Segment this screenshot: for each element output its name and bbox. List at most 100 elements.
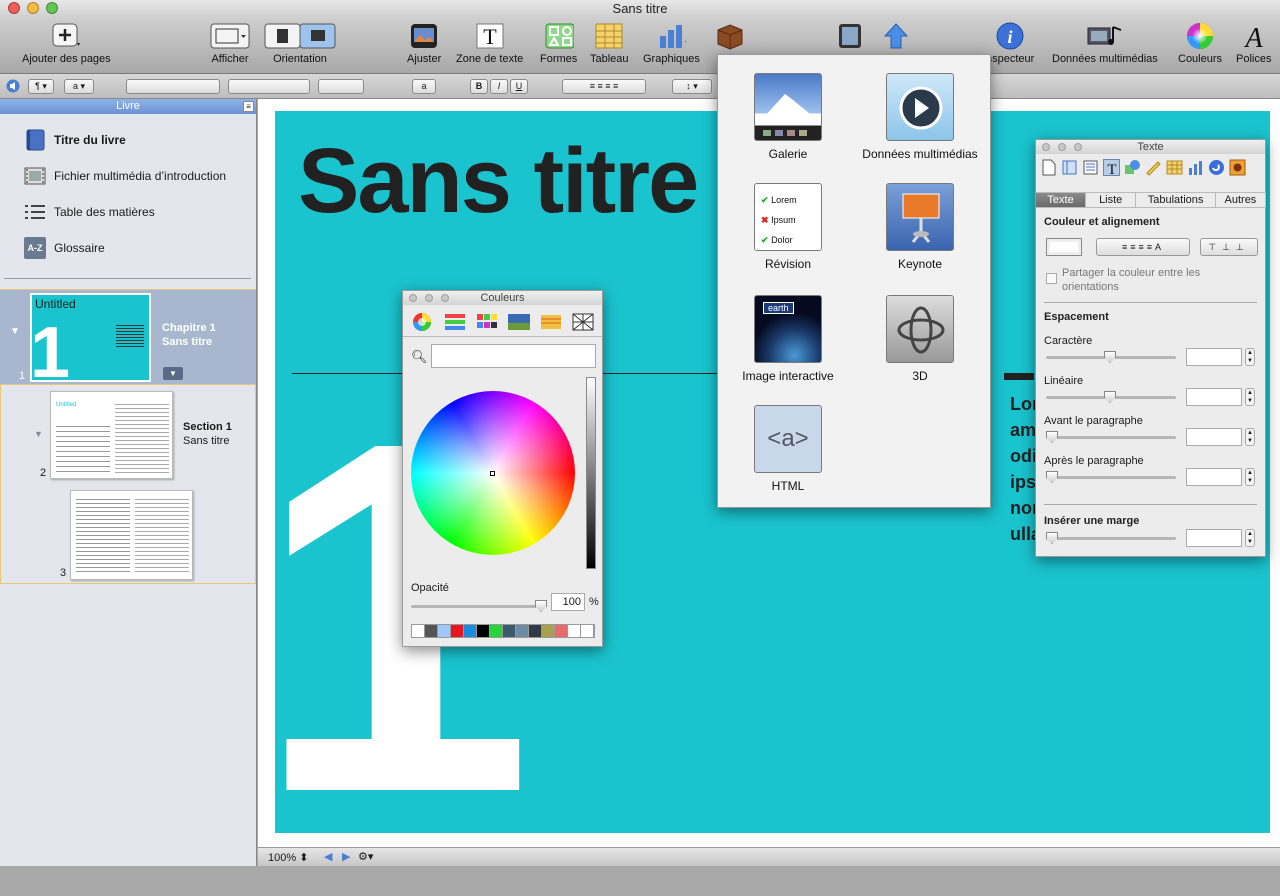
media-button[interactable]: Données multimédias xyxy=(1052,22,1158,65)
line-spacing-popup[interactable]: ↕ ▾ xyxy=(672,79,712,94)
color-swatch[interactable] xyxy=(555,625,568,637)
inspector-button[interactable]: i nspecteur xyxy=(986,22,1034,65)
prev-page-icon[interactable]: ◀ xyxy=(324,850,332,863)
close-button[interactable] xyxy=(8,2,20,14)
minimize-button[interactable] xyxy=(1058,143,1066,151)
tab-more[interactable]: Autres xyxy=(1216,193,1266,207)
sidebar-menu-icon[interactable]: ≡ xyxy=(243,101,254,112)
after-paragraph-stepper[interactable]: ▲ ▼ xyxy=(1245,468,1255,486)
bold-button[interactable]: B xyxy=(470,79,488,94)
next-page-icon[interactable]: ▶ xyxy=(342,850,350,863)
gear-icon[interactable]: ⚙▾ xyxy=(358,850,373,863)
document-inspector-icon[interactable] xyxy=(1040,159,1057,176)
disclosure-triangle-icon[interactable]: ▼ xyxy=(34,429,43,439)
wrap-inspector-icon[interactable] xyxy=(1082,159,1099,176)
page-thumbnail-row-1[interactable]: ▼ 1 Untitled 1 Chapitre 1 Sans titre ▼ xyxy=(0,289,256,385)
widget-keynote[interactable]: Keynote xyxy=(853,183,987,271)
tab-list[interactable]: Liste xyxy=(1086,193,1137,207)
font-family-popup[interactable] xyxy=(126,79,220,94)
widget-media[interactable]: Données multimédias xyxy=(853,73,987,161)
crayons-icon[interactable] xyxy=(539,311,563,333)
shapes-button[interactable]: Formes xyxy=(540,22,577,65)
image-palettes-icon[interactable] xyxy=(507,311,531,333)
color-palettes-icon[interactable] xyxy=(475,311,499,333)
before-paragraph-field[interactable] xyxy=(1186,428,1242,446)
adjust-button[interactable]: Ajuster xyxy=(407,22,441,65)
alignment-buttons[interactable]: ≡ ≡ ≡ ≡ xyxy=(562,79,646,94)
close-button[interactable] xyxy=(409,294,417,302)
color-swatch[interactable] xyxy=(477,625,490,637)
page-title[interactable]: Sans titre xyxy=(298,129,699,234)
color-swatch[interactable] xyxy=(568,625,581,637)
color-swatch[interactable] xyxy=(451,625,464,637)
color-swatch[interactable] xyxy=(542,625,555,637)
line-field[interactable] xyxy=(1186,388,1242,406)
colors-button[interactable]: Couleurs xyxy=(1178,22,1222,65)
sidebar-item-glossary[interactable]: A-Z Glossaire xyxy=(24,236,105,260)
zoom-popup[interactable]: 100% ⬍ xyxy=(268,851,308,864)
inset-field[interactable] xyxy=(1186,529,1242,547)
sidebar-item-toc[interactable]: Table des matières xyxy=(24,200,155,224)
widget-interactive-image[interactable]: earth Image interactive xyxy=(732,295,844,383)
brightness-slider[interactable] xyxy=(586,377,596,569)
line-stepper[interactable]: ▲ ▼ xyxy=(1245,388,1255,406)
line-slider[interactable] xyxy=(1046,391,1176,403)
preview-device-button[interactable] xyxy=(835,22,865,53)
widget-3d[interactable]: 3D xyxy=(853,295,987,383)
add-pages-button[interactable]: Ajouter des pages xyxy=(22,22,111,65)
widget-html[interactable]: <a> HTML xyxy=(738,405,838,493)
magnifier-icon[interactable]: 🔍︎ xyxy=(411,349,428,365)
page-thumbnail-row-2[interactable]: ▼ 2 Untitled Section 1 Sans titre xyxy=(0,385,256,483)
zoom-button[interactable] xyxy=(1074,143,1082,151)
color-swatch[interactable] xyxy=(425,625,438,637)
widget-inspector-icon[interactable] xyxy=(1229,159,1246,176)
table-button[interactable]: Tableau xyxy=(590,22,629,65)
table-inspector-icon[interactable] xyxy=(1166,159,1183,176)
share-button[interactable] xyxy=(881,22,911,53)
inset-slider[interactable] xyxy=(1046,532,1176,544)
color-swatch[interactable] xyxy=(516,625,529,637)
color-swatch[interactable] xyxy=(581,625,594,637)
color-swatch[interactable] xyxy=(412,625,425,637)
italic-button[interactable]: I xyxy=(490,79,508,94)
color-sliders-icon[interactable] xyxy=(443,311,467,333)
color-wheel-icon[interactable] xyxy=(411,311,433,333)
close-button[interactable] xyxy=(1042,143,1050,151)
vertical-alignment-buttons[interactable]: ⊤⊥⊥ xyxy=(1200,238,1258,256)
before-paragraph-slider[interactable] xyxy=(1046,431,1176,443)
color-swatch[interactable] xyxy=(438,625,451,637)
chart-inspector-icon[interactable] xyxy=(1187,159,1204,176)
opacity-slider[interactable] xyxy=(411,600,547,612)
tab-tabs[interactable]: Tabulations xyxy=(1136,193,1216,207)
before-paragraph-stepper[interactable]: ▲ ▼ xyxy=(1245,428,1255,446)
character-stepper[interactable]: ▲ ▼ xyxy=(1245,348,1255,366)
paragraph-style-popup[interactable]: ¶ ▾ xyxy=(28,79,54,94)
color-swatch[interactable] xyxy=(464,625,477,637)
sidebar-item-intro-media[interactable]: Fichier multimédia d’introduction xyxy=(24,164,226,188)
character-style-popup[interactable]: a ▾ xyxy=(64,79,94,94)
layout-dropdown-icon[interactable]: ▼ xyxy=(163,367,183,380)
color-picker-cursor[interactable] xyxy=(490,471,495,476)
graphic-inspector-icon[interactable] xyxy=(1124,159,1141,176)
font-size-field[interactable] xyxy=(318,79,364,94)
fonts-button[interactable]: A Polices xyxy=(1236,22,1271,65)
color-swatches[interactable] xyxy=(411,624,595,638)
after-paragraph-slider[interactable] xyxy=(1046,471,1176,483)
zoom-button[interactable] xyxy=(46,2,58,14)
speaker-icon[interactable] xyxy=(6,79,20,93)
character-field[interactable] xyxy=(1186,348,1242,366)
text-color-well[interactable] xyxy=(1046,238,1082,256)
color-search-input[interactable] xyxy=(431,344,596,368)
widget-gallery[interactable]: Galerie xyxy=(738,73,838,161)
character-slider[interactable] xyxy=(1046,351,1176,363)
pattern-icon[interactable] xyxy=(571,311,595,333)
font-style-popup[interactable] xyxy=(228,79,310,94)
underline-button[interactable]: U xyxy=(510,79,528,94)
charts-button[interactable]: Graphiques xyxy=(643,22,700,65)
text-color-well[interactable]: a xyxy=(412,79,436,94)
widget-review[interactable]: ✔ Lorem ✖ Ipsum ✔ Dolor Révision xyxy=(738,183,838,271)
tab-text[interactable]: Texte xyxy=(1036,193,1087,207)
text-box-button[interactable]: T Zone de texte xyxy=(456,22,523,65)
layout-inspector-icon[interactable] xyxy=(1061,159,1078,176)
share-color-checkbox[interactable] xyxy=(1046,273,1057,284)
